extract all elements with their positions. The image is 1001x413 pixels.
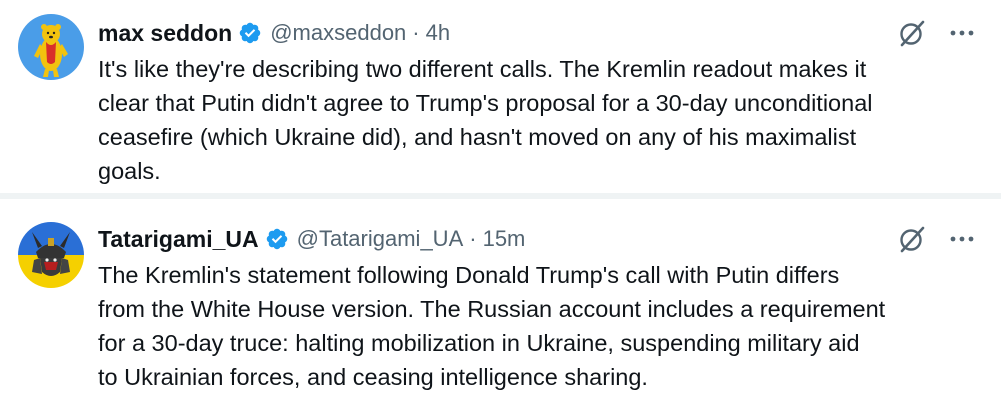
avatar[interactable]: [18, 222, 84, 288]
more-options-icon[interactable]: [949, 20, 975, 46]
tweet-text-line: ceasefire (which Ukraine did), and hasn'…: [98, 124, 857, 150]
tweet-header: max seddon @maxseddon · 4h: [98, 16, 450, 50]
tweet-text-line: for a 30-day truce: halting mobilization…: [98, 330, 860, 356]
samurai-helmet-avatar-icon: [18, 222, 84, 288]
tweet-actions: [897, 16, 975, 50]
tweet-text-line: to Ukrainian forces, and ceasing intelli…: [98, 364, 648, 390]
tweet-text: The Kremlin's statement following Donald…: [98, 258, 978, 394]
timestamp[interactable]: 15m: [483, 226, 526, 252]
tweet-text-line: The Kremlin's statement following Donald…: [98, 262, 840, 288]
separator-dot: ·: [412, 20, 420, 45]
handle[interactable]: @Tatarigami_UA: [297, 226, 464, 252]
tweet-text: It's like they're describing two differe…: [98, 52, 978, 188]
tweet-text-line: clear that Putin didn't agree to Trump's…: [98, 90, 873, 116]
tweet-feed: max seddon @maxseddon · 4h It's like the…: [0, 0, 1001, 413]
tweet-actions: [897, 222, 975, 256]
more-options-icon[interactable]: [949, 226, 975, 252]
display-name[interactable]: Tatarigami_UA: [98, 226, 259, 253]
grok-icon[interactable]: [897, 18, 927, 48]
yellow-bear-avatar-icon: [18, 14, 84, 80]
handle[interactable]: @maxseddon: [270, 20, 406, 46]
verified-badge-icon: [266, 228, 287, 250]
grok-icon[interactable]: [897, 224, 927, 254]
timestamp[interactable]: 4h: [426, 20, 450, 46]
tweet-header: Tatarigami_UA @Tatarigami_UA · 15m: [98, 222, 525, 256]
separator-dot: ·: [469, 226, 477, 251]
verified-badge-icon: [239, 22, 261, 44]
display-name[interactable]: max seddon: [98, 20, 232, 47]
tweet-text-line: It's like they're describing two differe…: [98, 56, 867, 82]
tweet-text-line: from the White House version. The Russia…: [98, 296, 886, 322]
avatar[interactable]: [18, 14, 84, 80]
tweet-text-line: goals.: [98, 158, 161, 184]
